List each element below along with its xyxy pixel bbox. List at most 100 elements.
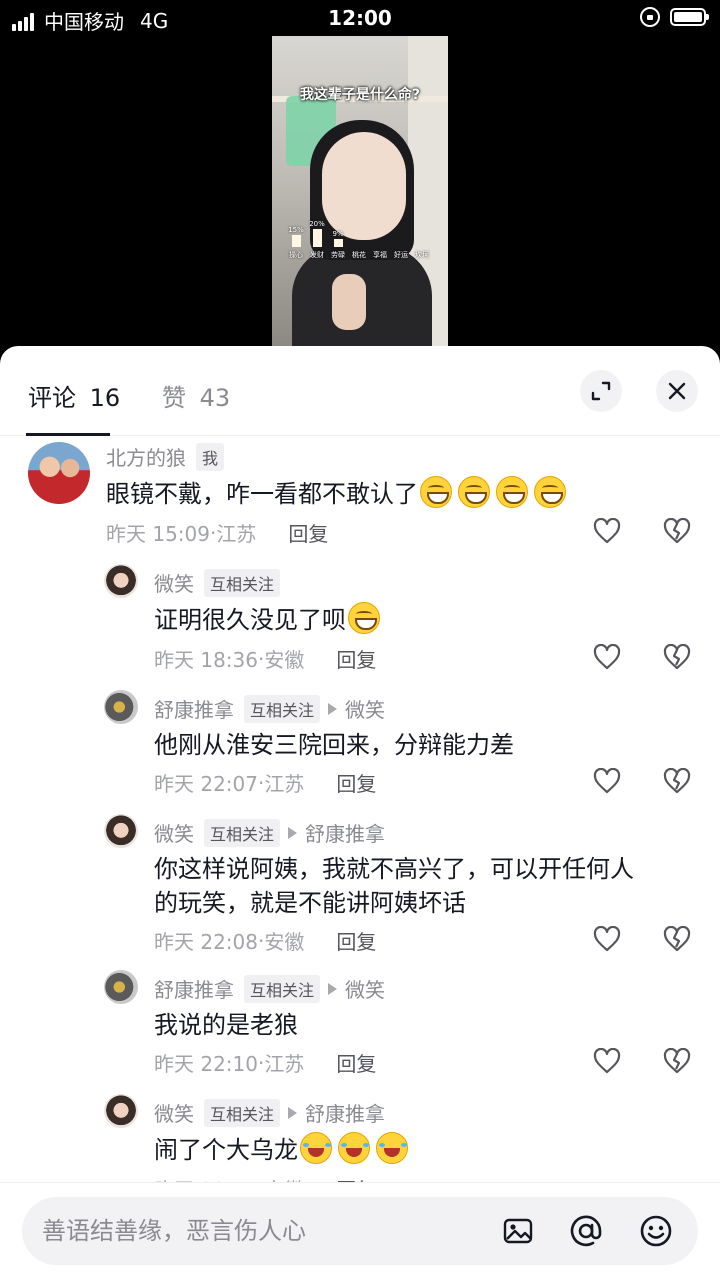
comment-text: 他刚从淮安三院回来，分辩能力差 bbox=[154, 728, 514, 762]
video-fortune-bars: 15% 操心 20% 发财 9% 劳碌 桃花 享福 好运 坎坷 bbox=[288, 212, 430, 260]
fortune-bar: 15% 操心 bbox=[288, 212, 304, 260]
grin-emoji-icon bbox=[496, 476, 528, 508]
active-tab-indicator bbox=[26, 433, 110, 436]
reply-arrow-icon bbox=[288, 826, 298, 839]
comment-location: 安徽 bbox=[264, 930, 305, 954]
close-icon bbox=[668, 382, 686, 400]
comment-meta: 昨天 22:11 · 安徽 回复 bbox=[154, 1174, 376, 1183]
author-tag: 我 bbox=[196, 442, 225, 471]
close-button[interactable] bbox=[656, 370, 698, 412]
reply-to-user[interactable]: 微笑 bbox=[345, 694, 385, 723]
broken-heart-icon[interactable] bbox=[663, 518, 691, 544]
image-icon bbox=[503, 1218, 533, 1244]
comment-meta: 昨天 22:10 · 江苏 回复 bbox=[154, 1048, 376, 1077]
comment-time: 昨天 15:09 bbox=[106, 522, 210, 546]
broken-heart-icon[interactable] bbox=[663, 1048, 691, 1074]
broken-heart-icon[interactable] bbox=[663, 768, 691, 794]
comment-location: 江苏 bbox=[264, 1052, 305, 1076]
fortune-bar: 9% 劳碌 bbox=[330, 212, 346, 260]
comment-author-line: 舒康推拿 互相关注 微笑 bbox=[154, 974, 385, 1003]
avatar[interactable] bbox=[104, 814, 138, 848]
heart-icon[interactable] bbox=[593, 644, 621, 670]
reply-button[interactable]: 回复 bbox=[288, 518, 328, 547]
mutual-follow-tag: 互相关注 bbox=[204, 568, 281, 597]
video-title: 我这辈子是什么命? bbox=[299, 87, 421, 103]
comment-list[interactable]: 北方的狼 我 眼镜不戴，咋一看都不敢认了 昨天 15:09 · 江苏 回复 微笑… bbox=[0, 438, 720, 1182]
status-time: 12:00 bbox=[328, 6, 392, 30]
comment-location: 安徽 bbox=[264, 1174, 304, 1182]
avatar[interactable] bbox=[104, 970, 138, 1004]
battery-icon bbox=[670, 8, 709, 26]
comment-meta: 昨天 22:08 · 安徽 回复 bbox=[154, 926, 376, 955]
reply-button[interactable]: 回复 bbox=[336, 1048, 376, 1077]
comment-meta: 昨天 15:09 · 江苏 回复 bbox=[106, 518, 328, 547]
avatar[interactable] bbox=[28, 442, 90, 504]
reply-button[interactable]: 回复 bbox=[336, 926, 376, 955]
reply-button[interactable]: 回复 bbox=[336, 768, 376, 797]
tab-comments-label: 评论 bbox=[28, 384, 76, 412]
comment-author-line: 微笑 互相关注 bbox=[154, 568, 281, 597]
comment-text-body: 证明很久没见了呗 bbox=[154, 606, 346, 634]
fortune-bar-percent: 9% bbox=[332, 230, 344, 238]
fortune-bar-label: 操心 bbox=[289, 251, 303, 259]
avatar[interactable] bbox=[104, 1094, 138, 1128]
reply-button[interactable]: 回复 bbox=[336, 1174, 376, 1182]
reply-arrow-icon bbox=[328, 982, 338, 995]
reply-button[interactable]: 回复 bbox=[336, 644, 376, 673]
status-bar: 中国移动 4G 12:00 bbox=[0, 0, 720, 36]
mutual-follow-tag: 互相关注 bbox=[204, 1098, 281, 1127]
laugh-cry-emoji-icon bbox=[338, 1132, 370, 1164]
video-player[interactable]: 我这辈子是什么命? 15% 操心 20% 发财 9% 劳碌 桃花 享福 好运 坎坷 bbox=[272, 36, 448, 346]
comment-author[interactable]: 微笑 bbox=[154, 818, 194, 847]
heart-icon[interactable] bbox=[593, 768, 621, 794]
avatar[interactable] bbox=[104, 564, 138, 598]
laugh-cry-emoji-icon bbox=[300, 1132, 332, 1164]
heart-icon[interactable] bbox=[593, 518, 621, 544]
comment-input[interactable] bbox=[42, 1207, 482, 1255]
heart-icon[interactable] bbox=[593, 1048, 621, 1074]
sheet-tabs: 评论 16 赞 43 bbox=[0, 346, 720, 436]
comment-text-body: 他刚从淮安三院回来，分辩能力差 bbox=[154, 731, 514, 759]
comment-author[interactable]: 舒康推拿 bbox=[154, 974, 234, 1003]
comment-input-bar bbox=[0, 1182, 720, 1280]
mention-button[interactable] bbox=[568, 1213, 604, 1249]
comment-input-pill[interactable] bbox=[22, 1197, 698, 1265]
comment-text-line: 你这样说阿姨，我就不高兴了，可以开任何人 bbox=[154, 855, 634, 883]
fortune-bar-label: 坎坷 bbox=[415, 251, 429, 259]
image-button[interactable] bbox=[500, 1213, 536, 1249]
fortune-bar: 好运 bbox=[393, 212, 409, 260]
fortune-bar-fill bbox=[312, 229, 322, 247]
grin-emoji-icon bbox=[534, 476, 566, 508]
reply-to-user[interactable]: 舒康推拿 bbox=[305, 818, 385, 847]
comment-text-line: 的玩笑，就是不能讲阿姨坏话 bbox=[154, 889, 466, 917]
comment-author-line: 微笑 互相关注 舒康推拿 bbox=[154, 1098, 385, 1127]
reply-to-user[interactable]: 微笑 bbox=[345, 974, 385, 1003]
comment-time: 昨天 22:10 bbox=[154, 1052, 258, 1076]
comment-time: 昨天 22:07 bbox=[154, 772, 258, 796]
comment-author[interactable]: 微笑 bbox=[154, 1098, 194, 1127]
broken-heart-icon[interactable] bbox=[663, 926, 691, 952]
reply-to-user[interactable]: 舒康推拿 bbox=[305, 1098, 385, 1127]
broken-heart-icon[interactable] bbox=[663, 644, 691, 670]
comment-author[interactable]: 微笑 bbox=[154, 568, 194, 597]
mutual-follow-tag: 互相关注 bbox=[244, 974, 321, 1003]
expand-button[interactable] bbox=[580, 370, 622, 412]
comment-author[interactable]: 北方的狼 bbox=[106, 442, 186, 471]
fortune-bar-label: 好运 bbox=[394, 251, 408, 259]
comment-meta: 昨天 22:07 · 江苏 回复 bbox=[154, 768, 376, 797]
fortune-bar-percent: 20% bbox=[309, 220, 325, 228]
fortune-bar-percent: 15% bbox=[288, 226, 304, 234]
tab-comments[interactable]: 评论 16 bbox=[28, 378, 120, 413]
comment-location: 江苏 bbox=[264, 772, 305, 796]
at-icon bbox=[570, 1215, 602, 1247]
tab-likes-label: 赞 bbox=[162, 384, 186, 412]
reply-arrow-icon bbox=[288, 1106, 298, 1119]
comment-author[interactable]: 舒康推拿 bbox=[154, 694, 234, 723]
heart-icon[interactable] bbox=[593, 926, 621, 952]
tab-likes[interactable]: 赞 43 bbox=[162, 378, 230, 413]
avatar[interactable] bbox=[104, 690, 138, 724]
comment-location: 江苏 bbox=[216, 522, 257, 546]
emoji-button[interactable] bbox=[638, 1213, 674, 1249]
comment-author-line: 舒康推拿 互相关注 微笑 bbox=[154, 694, 385, 723]
comment-time: 昨天 22:08 bbox=[154, 930, 258, 954]
